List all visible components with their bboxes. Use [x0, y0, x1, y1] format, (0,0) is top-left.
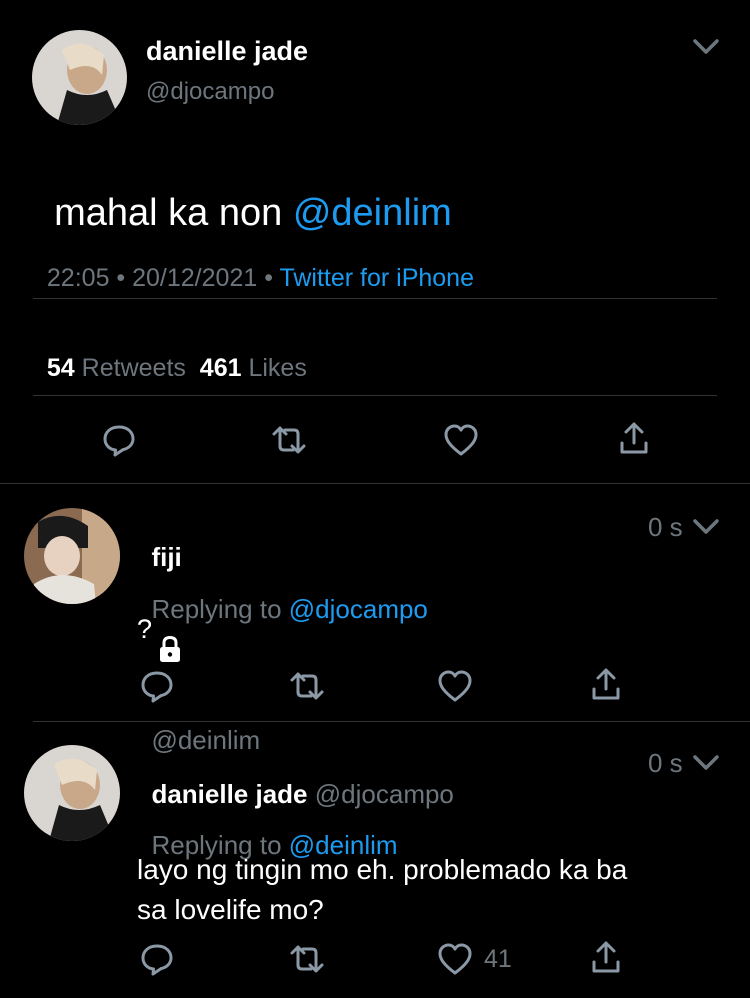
share-icon[interactable] — [590, 667, 622, 703]
share-icon[interactable] — [590, 940, 622, 976]
main-tweet-text: mahal ka non @deinlim — [33, 149, 452, 235]
reply-author-avatar[interactable] — [24, 508, 120, 604]
like-count: 41 — [484, 945, 512, 973]
replying-prefix: Replying to — [151, 594, 282, 624]
main-author-handle[interactable]: @djocampo — [146, 78, 274, 106]
reply-time: 0 s — [648, 748, 683, 778]
mention-link[interactable]: @deinlim — [293, 192, 452, 234]
like-icon[interactable] — [443, 423, 479, 457]
main-author-name[interactable]: danielle jade — [146, 36, 308, 67]
tweet-stats: 54 Retweets 461 Likes — [33, 325, 307, 383]
chevron-down-icon[interactable] — [692, 38, 720, 56]
retweet-label: Retweets — [81, 354, 186, 382]
main-author-avatar[interactable] — [32, 30, 127, 125]
tweet-source-link[interactable]: Twitter for iPhone — [279, 264, 474, 292]
retweet-count: 54 — [46, 354, 75, 382]
reply-text: ? — [137, 614, 153, 644]
reply-icon[interactable] — [139, 941, 175, 977]
reply-icon[interactable] — [139, 668, 175, 704]
divider — [33, 721, 750, 722]
reply-header: fiji @deinlim — [137, 511, 260, 756]
divider — [33, 298, 717, 299]
reply-text: layo ng tingin mo eh. problemado ka ba s… — [137, 850, 627, 930]
retweet-icon[interactable] — [270, 424, 308, 456]
reply-text-line: sa lovelife mo? — [137, 894, 324, 925]
reply-text-line: layo ng tingin mo eh. problemado ka ba — [137, 854, 628, 885]
replying-to: Replying to @djocampo — [137, 563, 428, 625]
retweet-icon[interactable] — [288, 670, 326, 702]
tweet-timestamp: 22:05 • 20/12/2021 • Twitter for iPhone — [46, 264, 474, 292]
reply-icon[interactable] — [101, 422, 137, 458]
divider — [0, 483, 750, 484]
chevron-down-icon[interactable] — [692, 754, 720, 772]
share-icon[interactable] — [618, 421, 650, 457]
tweet-time: 22:05 — [46, 264, 110, 292]
like-stat[interactable]: 461 Likes — [200, 354, 307, 382]
retweet-icon[interactable] — [288, 943, 326, 975]
tweet-date: 20/12/2021 — [132, 264, 258, 292]
reply-author-avatar[interactable] — [24, 745, 120, 841]
divider — [33, 395, 717, 396]
like-label: Likes — [248, 354, 307, 382]
retweet-stat[interactable]: 54 Retweets — [47, 354, 186, 382]
like-count: 461 — [199, 354, 242, 382]
like-icon[interactable] — [437, 669, 473, 703]
main-tweet-text-plain: mahal ka non — [54, 192, 293, 234]
chevron-down-icon[interactable] — [692, 518, 720, 536]
like-icon[interactable] — [437, 942, 473, 976]
replying-to-link[interactable]: @djocampo — [289, 594, 428, 624]
reply-time: 0 s — [648, 512, 683, 542]
